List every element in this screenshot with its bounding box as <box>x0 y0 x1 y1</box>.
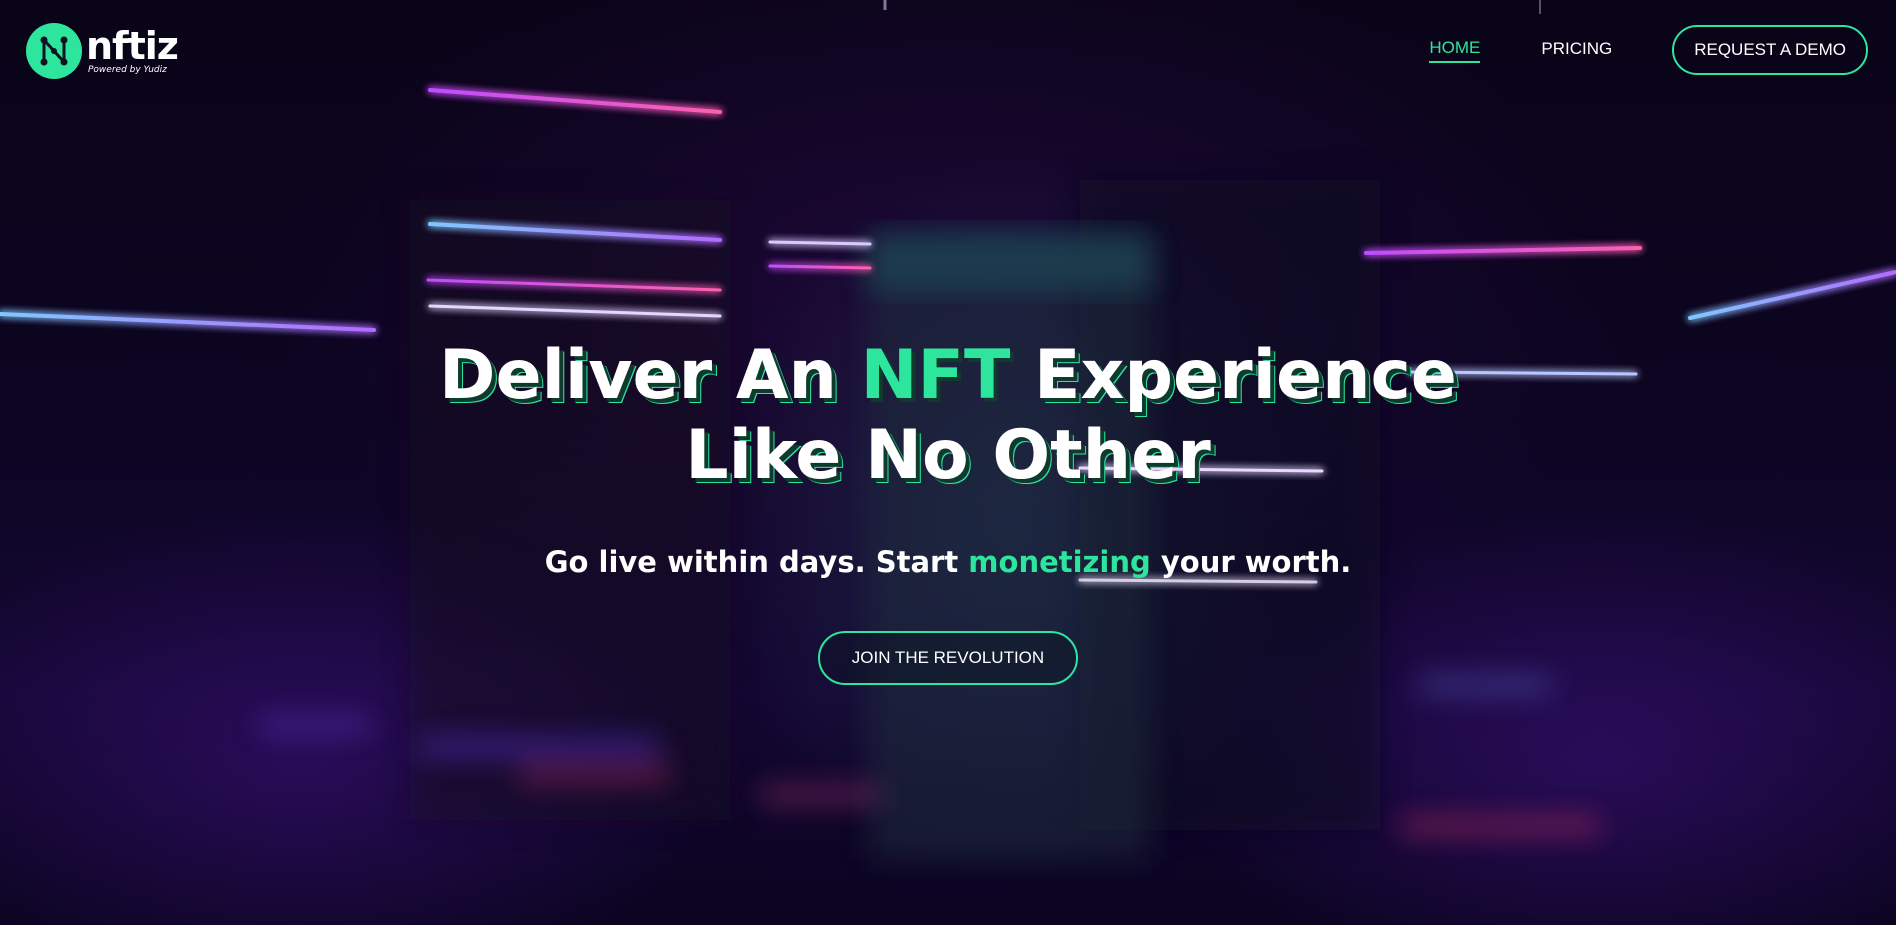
main-nav: HOME PRICING REQUEST A DEMO <box>1429 25 1868 75</box>
headline-line2: Like No Other <box>685 416 1211 495</box>
request-demo-button[interactable]: REQUEST A DEMO <box>1672 25 1868 75</box>
hero-cta-container: JOIN THE REVOLUTION <box>0 631 1896 685</box>
nav-item-pricing[interactable]: PRICING <box>1541 39 1612 62</box>
brand-tagline: Powered by Yudiz <box>88 65 167 75</box>
hero-section: nftiz Powered by Yudiz HOME PRICING REQU… <box>0 0 1896 925</box>
network-n-icon <box>26 23 82 79</box>
brand-name: nftiz <box>86 24 179 68</box>
headline-part1: Deliver An <box>439 336 861 415</box>
join-revolution-button[interactable]: JOIN THE REVOLUTION <box>817 631 1079 685</box>
headline-part2: Experience <box>1010 336 1457 415</box>
site-header: nftiz Powered by Yudiz HOME PRICING REQU… <box>0 0 1896 104</box>
subheadline-part1: Go live within days. Start <box>544 545 969 579</box>
subheadline-highlight: monetizing <box>968 545 1151 579</box>
brand-logo[interactable]: nftiz Powered by Yudiz <box>26 23 179 79</box>
nav-item-home[interactable]: HOME <box>1429 38 1481 63</box>
subheadline-part2: your worth. <box>1150 545 1352 579</box>
hero-subheadline: Go live within days. Start monetizing yo… <box>0 545 1896 579</box>
hero-headline: Deliver An NFT Experience Like No Other <box>0 336 1896 496</box>
headline-highlight: NFT <box>860 336 1011 415</box>
